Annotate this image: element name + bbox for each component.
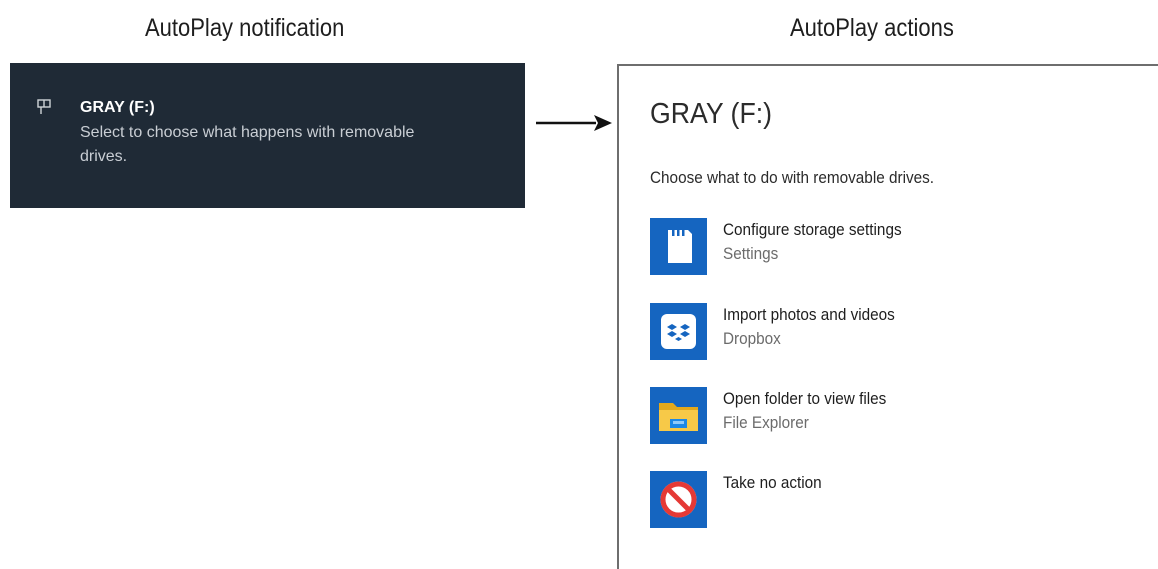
folder-icon: [650, 387, 707, 444]
arrow-icon: [536, 115, 612, 131]
autoplay-actions-panel: GRAY (F:) Choose what to do with removab…: [617, 64, 1158, 569]
no-action-icon: [650, 471, 707, 528]
action-configure-storage[interactable]: Configure storage settings Settings: [650, 218, 1110, 278]
panel-title: GRAY (F:): [650, 98, 773, 130]
panel-subtitle: Choose what to do with removable drives.: [650, 168, 935, 187]
autoplay-notification[interactable]: GRAY (F:) Select to choose what happens …: [10, 63, 525, 208]
action-app: File Explorer: [723, 413, 809, 432]
notification-caption: AutoPlay notification: [145, 14, 345, 42]
action-label: Configure storage settings: [723, 220, 902, 239]
dropbox-icon: [650, 303, 707, 360]
action-app: Dropbox: [723, 329, 781, 348]
actions-caption: AutoPlay actions: [790, 14, 954, 42]
action-label: Take no action: [723, 473, 822, 492]
sd-card-icon: [650, 218, 707, 275]
action-app: Settings: [723, 244, 779, 263]
action-import-photos[interactable]: Import photos and videos Dropbox: [650, 303, 1110, 363]
action-label: Import photos and videos: [723, 305, 895, 324]
drive-icon: [37, 99, 51, 114]
action-label: Open folder to view files: [723, 389, 887, 408]
notification-title: GRAY (F:): [80, 99, 155, 116]
action-open-folder[interactable]: Open folder to view files File Explorer: [650, 387, 1110, 447]
notification-body: Select to choose what happens with remov…: [80, 124, 415, 165]
action-take-no-action[interactable]: Take no action: [650, 471, 1110, 531]
